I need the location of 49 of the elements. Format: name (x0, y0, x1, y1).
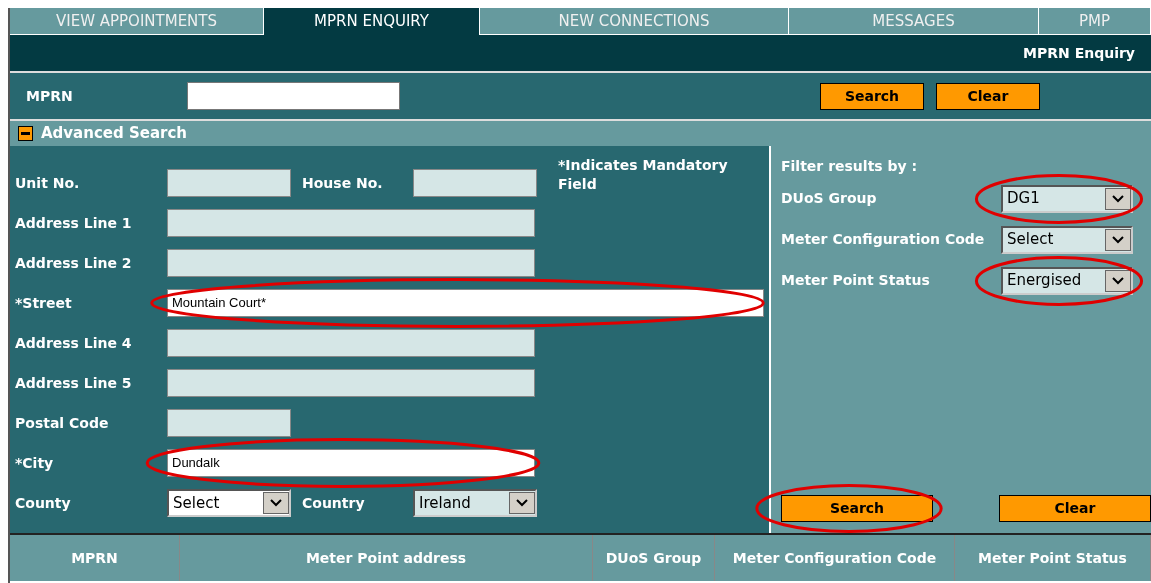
action-button[interactable]: Clear (999, 495, 1151, 522)
input-field[interactable] (167, 169, 291, 197)
input-field[interactable] (167, 409, 291, 437)
field-label: *Street (14, 293, 73, 313)
filter-title: Filter results by : (781, 157, 919, 176)
input-field[interactable]: Mountain Court* (167, 289, 764, 317)
mandatory-note: *Indicates Mandatory Field (558, 156, 729, 194)
field-label: *City (14, 453, 55, 473)
input-field[interactable] (167, 209, 535, 237)
action-button[interactable]: Search (820, 82, 924, 110)
column-header: MPRN (10, 535, 180, 581)
select-value: Select (173, 492, 220, 514)
column-header: Meter Point Status (955, 535, 1151, 581)
input-field[interactable] (187, 82, 400, 110)
page-title: MPRN Enquiry (1023, 43, 1135, 63)
column-header: Meter Point address (180, 535, 593, 581)
filter-label: Meter Configuration Code (781, 230, 986, 249)
field-label: Country (301, 493, 366, 513)
select-value: Select (1007, 229, 1054, 251)
input-field[interactable] (167, 249, 535, 277)
field-label: Address Line 1 (14, 213, 133, 233)
input-field[interactable] (167, 329, 535, 357)
field-label: Address Line 2 (14, 253, 133, 273)
tab[interactable]: MPRN ENQUIRY (264, 8, 480, 35)
collapse-icon[interactable] (18, 126, 33, 141)
select-value: DG1 (1007, 188, 1040, 210)
field-label: House No. (301, 173, 384, 193)
select-field[interactable]: DG1 (1001, 184, 1133, 213)
select-field[interactable]: Energised (1001, 266, 1133, 295)
action-button[interactable]: Clear (936, 82, 1040, 110)
field-label: Postal Code (14, 413, 110, 433)
filter-label: Meter Point Status (781, 271, 931, 290)
select-field[interactable]: Select (1001, 225, 1133, 254)
select-value: Energised (1007, 270, 1082, 292)
input-field[interactable]: Dundalk (167, 449, 535, 477)
column-header: DUoS Group (593, 535, 715, 581)
field-label: Address Line 4 (14, 333, 133, 353)
field-label: Address Line 5 (14, 373, 133, 393)
section-title: Advanced Search (41, 123, 187, 145)
select-value: Ireland (419, 492, 471, 514)
select-field[interactable]: Select (167, 489, 291, 517)
input-field[interactable] (413, 169, 537, 197)
action-button[interactable]: Search (781, 495, 933, 522)
field-label: MPRN (25, 86, 74, 106)
field-label: Unit No. (14, 173, 81, 193)
input-field[interactable] (167, 369, 535, 397)
column-header: Meter Configuration Code (715, 535, 955, 581)
field-label: County (14, 493, 72, 513)
filter-label: DUoS Group (781, 189, 878, 208)
